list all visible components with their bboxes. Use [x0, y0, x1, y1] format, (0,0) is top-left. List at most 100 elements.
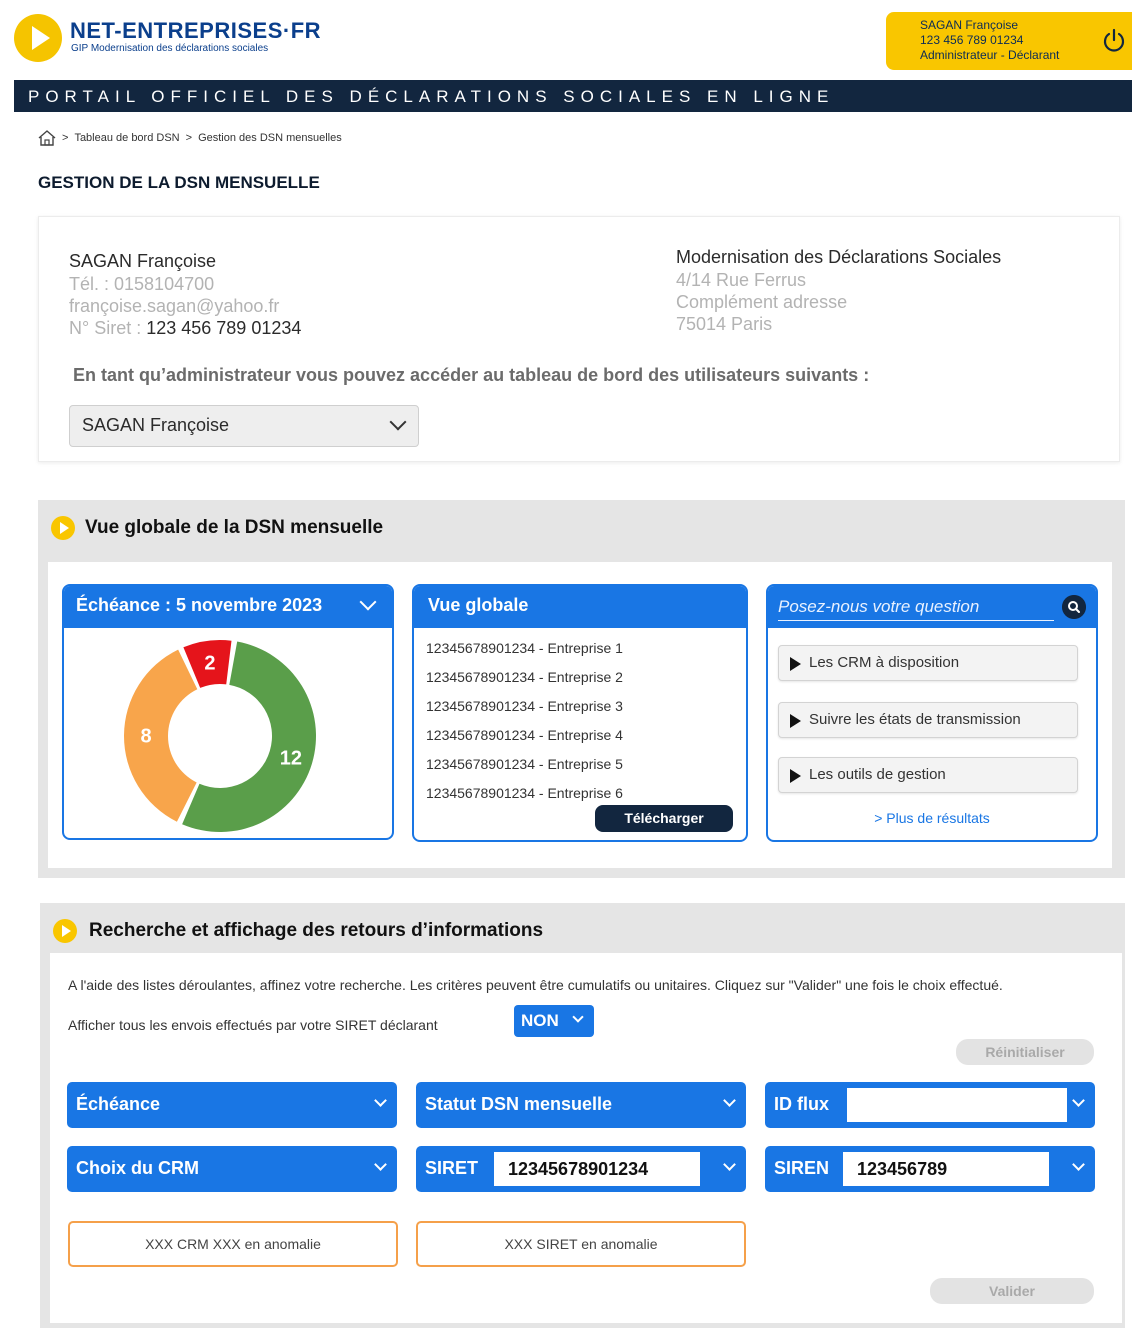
user-select[interactable]: SAGAN Françoise [69, 405, 419, 447]
filter-label: Choix du CRM [76, 1158, 199, 1178]
donut-label-2: 2 [204, 653, 215, 675]
filter-label: Échéance [76, 1094, 161, 1114]
chevron-down-icon [374, 1158, 387, 1171]
donut-label-0: 12 [280, 747, 302, 769]
siret-filter[interactable]: SIRET 12345678901234 [416, 1146, 746, 1192]
validate-button[interactable]: Valider [930, 1278, 1094, 1304]
download-button[interactable]: Télécharger [595, 805, 733, 832]
faq-transmission-button[interactable]: Suivre les états de transmission [778, 702, 1078, 738]
user-select-value: SAGAN Françoise [82, 415, 230, 435]
global-view-title: Vue globale [414, 586, 746, 628]
help-search-input[interactable]: Posez-nous votre question [778, 597, 1054, 621]
search-help-text: A l'aide des listes déroulantes, affinez… [68, 977, 1003, 993]
chevron-down-icon [374, 1094, 387, 1107]
faq-crm-button[interactable]: Les CRM à disposition [778, 645, 1078, 681]
org-address-line1: 4/14 Rue Ferrus [676, 270, 807, 290]
deadline-selector[interactable]: Échéance : 5 novembre 2023 [64, 586, 392, 628]
donut-label-1: 8 [140, 725, 151, 747]
company-list: 12345678901234 - Entreprise 1 1234567890… [426, 634, 623, 808]
company-row[interactable]: 12345678901234 - Entreprise 3 [426, 692, 623, 721]
faq-label: Suivre les états de transmission [809, 711, 1021, 728]
brand-name[interactable]: NET-ENTREPRISES·FR [70, 18, 321, 44]
breadcrumb-dashboard[interactable]: Tableau de bord DSN [74, 132, 179, 144]
chevron-down-icon [1072, 1094, 1085, 1107]
search-panel: Recherche et affichage des retours d’inf… [40, 903, 1125, 1328]
play-triangle-icon [790, 657, 801, 671]
siren-input[interactable]: 123456789 [843, 1152, 1049, 1186]
overview-content: Échéance : 5 novembre 2023 12 8 2 Vue glob… [48, 562, 1112, 868]
search-title: Recherche et affichage des retours d’inf… [89, 920, 544, 941]
chevron-down-icon [1072, 1158, 1085, 1171]
chevron-down-icon [723, 1094, 736, 1107]
chevron-down-icon [723, 1158, 736, 1171]
search-icon[interactable] [1062, 595, 1086, 619]
breadcrumb-separator: > [62, 132, 69, 144]
company-row[interactable]: 12345678901234 - Entreprise 4 [426, 721, 623, 750]
crm-filter[interactable]: Choix du CRM [67, 1146, 397, 1192]
statut-filter[interactable]: Statut DSN mensuelle [416, 1082, 746, 1128]
org-address-line2: Complément adresse [676, 292, 848, 312]
company-row[interactable]: 12345678901234 - Entreprise 5 [426, 750, 623, 779]
siret-input[interactable]: 12345678901234 [494, 1152, 700, 1186]
siret-toggle-value: NON [521, 1011, 559, 1030]
id-flux-filter[interactable]: ID flux [765, 1082, 1095, 1128]
id-flux-input[interactable] [847, 1088, 1067, 1122]
site-header: NET-ENTREPRISES·FR GIP Modernisation des… [0, 0, 1132, 80]
siren-filter[interactable]: SIREN 123456789 [765, 1146, 1095, 1192]
reset-button[interactable]: Réinitialiser [956, 1039, 1094, 1065]
admin-note: En tant qu’administrateur vous pouvez ac… [73, 365, 870, 385]
filter-label: SIRET [425, 1158, 479, 1178]
faq-label: Les CRM à disposition [809, 654, 960, 671]
power-icon[interactable] [1102, 28, 1126, 54]
donut-segment-1[interactable] [124, 649, 198, 822]
company-row[interactable]: 12345678901234 - Entreprise 2 [426, 663, 623, 692]
profile-email: françoise.sagan@yahoo.fr [69, 296, 280, 316]
play-triangle-icon [790, 714, 801, 728]
brand-subtitle: GIP Modernisation des déclarations socia… [71, 43, 269, 54]
status-donut-chart: 12 8 2 [124, 640, 316, 832]
chevron-down-icon [359, 593, 377, 611]
org-name: Modernisation des Déclarations Sociales [676, 247, 1002, 267]
user-role: Administrateur - Déclarant [920, 48, 1060, 62]
breadcrumb-separator: > [185, 132, 193, 144]
siret-toggle-label: Afficher tous les envois effectués par v… [68, 1017, 438, 1033]
user-name: SAGAN Françoise [920, 18, 1019, 32]
breadcrumb: > Tableau de bord DSN > Gestion des DSN … [38, 130, 342, 146]
play-triangle-icon [790, 769, 801, 783]
help-search-bar: Posez-nous votre question [768, 586, 1096, 628]
user-siret: 123 456 789 01234 [920, 33, 1024, 47]
profile-phone: Tél. : 0158104700 [69, 274, 215, 294]
siret-label: N° Siret : [69, 318, 147, 338]
home-icon[interactable] [38, 130, 56, 146]
section-bullet-icon [53, 919, 77, 943]
filter-label: ID flux [774, 1094, 830, 1114]
breadcrumb-current: Gestion des DSN mensuelles [198, 132, 342, 144]
siret-toggle-select[interactable]: NON [514, 1005, 594, 1037]
profile-name: SAGAN Françoise [69, 251, 217, 271]
section-bullet-icon [51, 516, 75, 540]
echeance-filter[interactable]: Échéance [67, 1082, 397, 1128]
chevron-down-icon [389, 413, 407, 431]
filter-label: SIREN [774, 1158, 830, 1178]
page-title: GESTION DE LA DSN MENSUELLE [38, 173, 320, 192]
profile-card: SAGAN Françoise Tél. : 0158104700 franço… [38, 216, 1120, 462]
deadline-label: Échéance : 5 novembre 2023 [76, 595, 323, 615]
company-row[interactable]: 12345678901234 - Entreprise 6 [426, 779, 623, 808]
search-content: A l'aide des listes déroulantes, affinez… [50, 953, 1122, 1323]
portal-banner: PORTAIL OFFICIEL DES DÉCLARATIONS SOCIAL… [14, 80, 1132, 112]
faq-tools-button[interactable]: Les outils de gestion [778, 757, 1078, 793]
org-address-line3: 75014 Paris [676, 314, 773, 334]
chevron-down-icon [572, 1011, 584, 1023]
profile-siret: N° Siret : 123 456 789 01234 [69, 318, 301, 339]
more-results-link[interactable]: > Plus de résultats [768, 810, 1096, 826]
filter-label: Statut DSN mensuelle [425, 1094, 613, 1114]
logo-play-icon[interactable] [14, 14, 62, 62]
crm-anomaly-button[interactable]: XXX CRM XXX en anomalie [68, 1221, 398, 1267]
global-view-card: Vue globale 12345678901234 - Entreprise … [412, 584, 748, 842]
siret-value: 123 456 789 01234 [146, 318, 302, 338]
faq-label: Les outils de gestion [809, 766, 946, 783]
siret-anomaly-button[interactable]: XXX SIRET en anomalie [416, 1221, 746, 1267]
company-row[interactable]: 12345678901234 - Entreprise 1 [426, 634, 623, 663]
overview-panel: Vue globale de la DSN mensuelle Échéance… [38, 500, 1125, 878]
deadline-card: Échéance : 5 novembre 2023 12 8 2 [62, 584, 394, 840]
